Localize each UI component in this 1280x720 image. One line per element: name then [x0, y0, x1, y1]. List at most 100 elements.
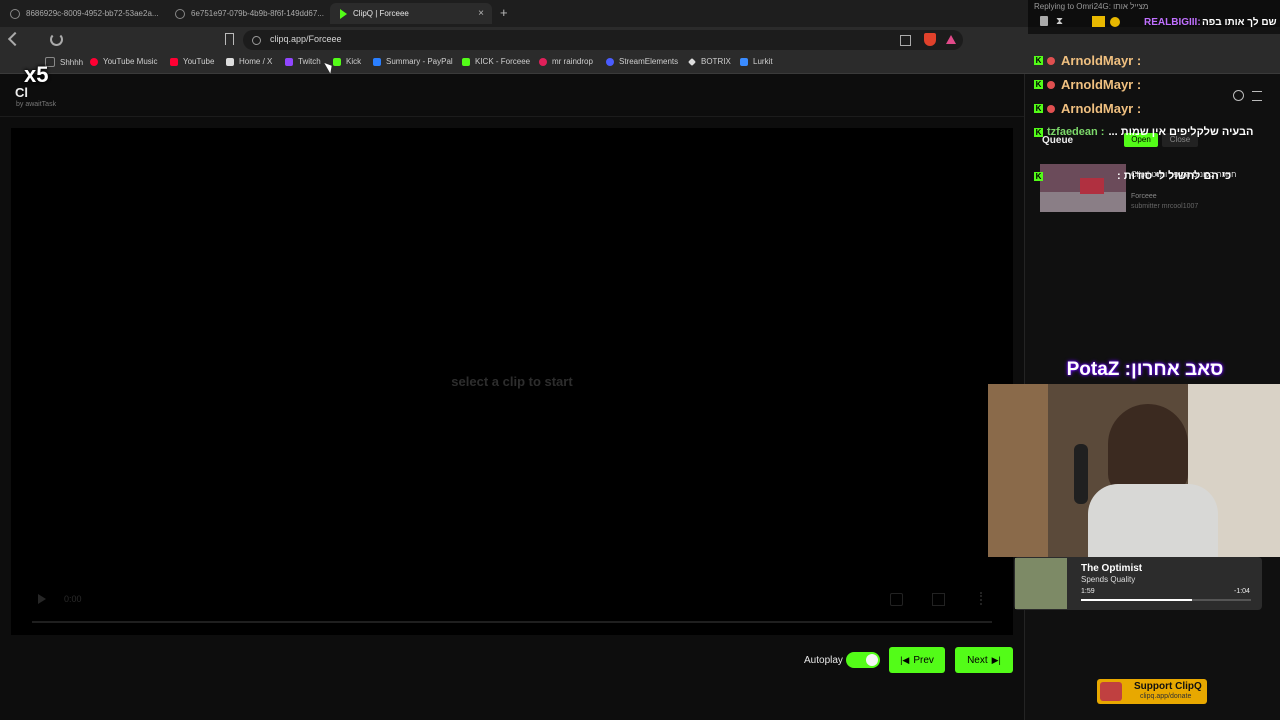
new-tab-icon[interactable]: +: [500, 5, 508, 20]
multiplier-overlay: x5: [24, 62, 49, 87]
close-icon[interactable]: ×: [478, 8, 484, 19]
bookmark-paypal[interactable]: Summary - PayPal: [373, 57, 453, 66]
user-badge-icon: [1047, 56, 1055, 65]
support-title: Support ClipQ: [1134, 681, 1202, 692]
play-icon[interactable]: [38, 594, 46, 604]
reload-icon[interactable]: [50, 33, 63, 46]
now-playing-elapsed: 1:59: [1081, 588, 1095, 595]
autoplay-toggle[interactable]: [846, 652, 880, 668]
user-badge-icon: [1047, 104, 1055, 113]
bookmark-youtube[interactable]: YouTube: [170, 57, 214, 66]
chat-line: K ArnoldMayr :: [1034, 101, 1142, 116]
webcam-person-body: [1088, 484, 1218, 557]
skip-forward-icon: ▶|: [991, 654, 1001, 665]
twitch-icon: [285, 57, 293, 66]
bookmark-mr-raindrop[interactable]: mr raindrop: [539, 57, 593, 66]
bookmark-lurkit[interactable]: Lurkit: [740, 57, 773, 66]
trash-icon[interactable]: [1040, 16, 1048, 26]
youtube-icon: [170, 57, 178, 66]
brave-rewards-icon[interactable]: [946, 35, 956, 44]
bookmark-kick-forceee[interactable]: KICK - Forceee: [462, 57, 530, 66]
streamelements-icon: [606, 57, 614, 66]
album-art: [1015, 558, 1067, 609]
botrix-icon: [688, 57, 696, 66]
browser-tab-2[interactable]: 6e751e97-079b-4b9b-8f6f-149dd67...: [165, 3, 335, 24]
sub-badge-icon: [1110, 17, 1120, 27]
autoplay-label: Autoplay: [804, 655, 843, 666]
clip-submitter: submitter mrcool1007: [1131, 203, 1199, 210]
youtube-music-icon: [90, 57, 98, 66]
bookmark-twitch[interactable]: Twitch: [285, 57, 321, 66]
kick-icon: [333, 57, 341, 66]
now-playing-artist: Spends Quality: [1081, 575, 1136, 584]
now-playing-remaining: -1:04: [1234, 588, 1250, 595]
site-info-icon[interactable]: [252, 36, 261, 45]
player-time: 0:00: [64, 594, 82, 604]
reply-header: Replying to Omri24G: מצייל אותו: [1034, 2, 1149, 11]
volume-icon[interactable]: [890, 593, 903, 606]
now-playing-progress: [1081, 599, 1192, 601]
bookmark-kick[interactable]: Kick: [333, 57, 361, 66]
webcam-microphone: [1074, 444, 1088, 504]
kick-badge-icon: K: [1034, 127, 1043, 137]
fullscreen-icon[interactable]: [932, 593, 945, 606]
kick-badge-icon: K: [1034, 104, 1043, 113]
user-badge-icon: [1047, 80, 1055, 89]
bookmark-shhhh[interactable]: Shhhh: [45, 57, 83, 67]
settings-sliders-icon[interactable]: [1252, 91, 1262, 101]
chat-top-user: REALBIGIII:: [1144, 17, 1201, 28]
bookmark-botrix[interactable]: BOTRIX: [688, 57, 731, 66]
chat-line: K ArnoldMayr :: [1034, 77, 1142, 92]
last-sub-banner: סאב אחרון: PotaZ: [1066, 359, 1224, 380]
timeout-icon[interactable]: ⧗: [1056, 16, 1063, 27]
kick-badge-icon: K: [1034, 80, 1043, 89]
url-text: clipq.app/Forceee: [270, 34, 342, 44]
chat-top-message: שם לך אותו בפה: [1202, 17, 1277, 28]
header-divider: [0, 116, 1024, 117]
more-options-icon[interactable]: [980, 592, 985, 605]
thumbnail-floor: [1040, 192, 1126, 212]
clipq-icon: [340, 8, 347, 19]
bookmark-streamelements[interactable]: StreamElements: [606, 57, 678, 66]
kick-icon: [462, 57, 470, 66]
chat-line: K כי הם לחשול לי סודות :: [1034, 170, 1232, 182]
player-progress-track[interactable]: [32, 621, 992, 623]
chat-line: Ktzfaedean : הבעיה שלקליפים אין שמות ...: [1034, 126, 1254, 138]
webcam-background-wall: [988, 384, 1048, 557]
vip-badge-icon: [1092, 16, 1105, 27]
browser-tab-active[interactable]: ClipQ | Forceee ×: [330, 3, 492, 24]
now-playing-track: [1081, 599, 1251, 601]
next-button[interactable]: Next ▶|: [955, 647, 1013, 673]
raindrop-icon: [539, 57, 547, 66]
webcam-person-head: [1108, 404, 1188, 494]
app-byline: by awaitTask: [16, 101, 57, 108]
paypal-icon: [373, 57, 381, 66]
globe-icon: [175, 8, 185, 19]
kick-badge-icon: K: [1034, 56, 1043, 65]
lurkit-icon: [740, 57, 748, 66]
webcam-feed: [988, 384, 1280, 557]
tab-title: 6e751e97-079b-4b9b-8f6f-149dd67...: [191, 9, 324, 18]
kick-badge-icon: K: [1034, 171, 1043, 181]
tab-title: 8686929c-8009-4952-bb72-53ae2a...: [26, 9, 159, 18]
x-icon: [226, 57, 234, 66]
address-bar[interactable]: [243, 30, 963, 50]
brave-shields-icon[interactable]: [924, 33, 936, 46]
player-empty-message: select a clip to start: [451, 374, 573, 389]
bookmark-icon[interactable]: [225, 33, 234, 45]
tab-title: ClipQ | Forceee: [353, 9, 409, 18]
toggle-knob: [866, 654, 878, 666]
now-playing-title: The Optimist: [1081, 563, 1143, 574]
prev-button[interactable]: |◀ Prev: [889, 647, 945, 673]
chat-line: K ArnoldMayr :: [1034, 53, 1142, 68]
support-link: clipq.app/donate: [1140, 693, 1192, 700]
globe-icon: [10, 8, 20, 19]
clip-channel: Forceee: [1131, 193, 1157, 200]
support-icon: [1100, 682, 1122, 701]
skip-back-icon: |◀: [900, 654, 910, 665]
history-icon[interactable]: [1233, 90, 1244, 101]
bookmark-youtube-music[interactable]: YouTube Music: [90, 57, 158, 66]
share-icon[interactable]: [900, 35, 911, 46]
bookmark-x[interactable]: Home / X: [226, 57, 272, 66]
browser-tab-1[interactable]: 8686929c-8009-4952-bb72-53ae2a...: [0, 3, 170, 24]
